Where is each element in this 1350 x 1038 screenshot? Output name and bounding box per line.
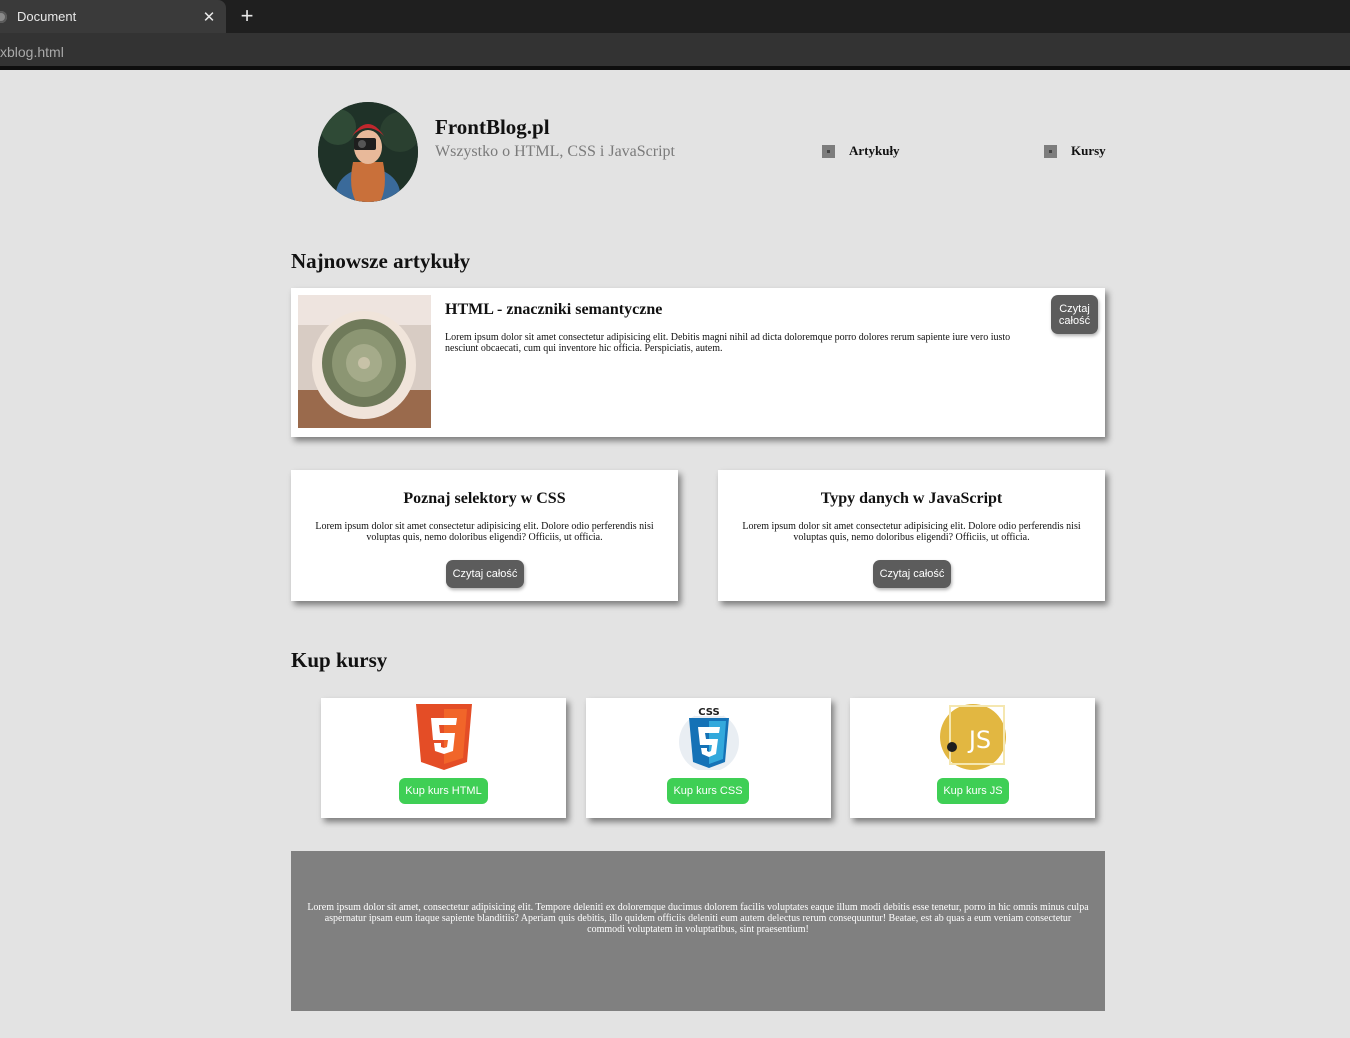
featured-article-card: HTML - znaczniki semantyczne Lorem ipsum… [291,288,1105,437]
nav-label: Kursy [1071,143,1106,158]
css3-logo-icon: CSS [676,704,742,772]
read-more-button[interactable]: Czytaj całość [446,560,524,588]
course-card-js: JS Kup kurs JS [850,698,1095,818]
site-title: FrontBlog.pl [435,115,550,139]
featured-article-text: Lorem ipsum dolor sit amet consectetur a… [445,332,1011,354]
chrome-divider [0,66,1350,70]
html5-logo-icon [411,704,477,770]
svg-text:JS: JS [967,726,991,754]
read-more-button[interactable]: Czytaj całość [1051,295,1098,334]
new-tab-plus-icon[interactable]: + [236,5,258,27]
article-title: Typy danych w JavaScript [820,490,1003,507]
footer-text: Lorem ipsum dolor sit amet, consectetur … [307,902,1089,935]
course-card-css: CSS Kup kurs CSS [586,698,831,818]
article-text: Lorem ipsum dolor sit amet consectetur a… [315,521,654,543]
address-bar[interactable]: xblog.html [0,33,1350,66]
buy-css-course-button[interactable]: Kup kurs CSS [667,778,749,804]
site-subtitle: Wszystko o HTML, CSS i JavaScript [435,143,675,160]
square-bullet-icon [822,144,835,158]
browser-tab-strip: Document ✕ + [0,0,1350,33]
course-card-html: Kup kurs HTML [321,698,566,818]
js-logo-icon: JS [940,704,1006,770]
buy-js-course-button[interactable]: Kup kurs JS [937,778,1009,804]
article-title: Poznaj selektory w CSS [403,490,566,507]
svg-text:CSS: CSS [698,707,719,718]
address-text: xblog.html [0,44,64,60]
close-icon[interactable]: ✕ [201,8,217,26]
read-more-button[interactable]: Czytaj całość [873,560,951,588]
featured-article-title: HTML - znaczniki semantyczne [445,301,663,318]
article-card: Poznaj selektory w CSS Lorem ipsum dolor… [291,470,678,601]
avatar [318,102,418,202]
article-thumbnail [298,295,431,428]
nav-label: Artykuły [849,143,900,158]
browser-tab[interactable]: Document ✕ [0,0,226,33]
tab-title: Document [17,9,77,24]
square-bullet-icon [1044,144,1057,158]
globe-icon [0,10,7,23]
buy-html-course-button[interactable]: Kup kurs HTML [399,778,488,804]
article-card: Typy danych w JavaScript Lorem ipsum dol… [718,470,1105,601]
article-text: Lorem ipsum dolor sit amet consectetur a… [742,521,1081,543]
footer: Lorem ipsum dolor sit amet, consectetur … [291,851,1105,1011]
courses-heading: Kup kursy [291,648,388,672]
nav-item-articles[interactable]: Artykuły [822,143,900,159]
articles-heading: Najnowsze artykuły [291,249,471,273]
nav-item-courses[interactable]: Kursy [1044,143,1106,159]
